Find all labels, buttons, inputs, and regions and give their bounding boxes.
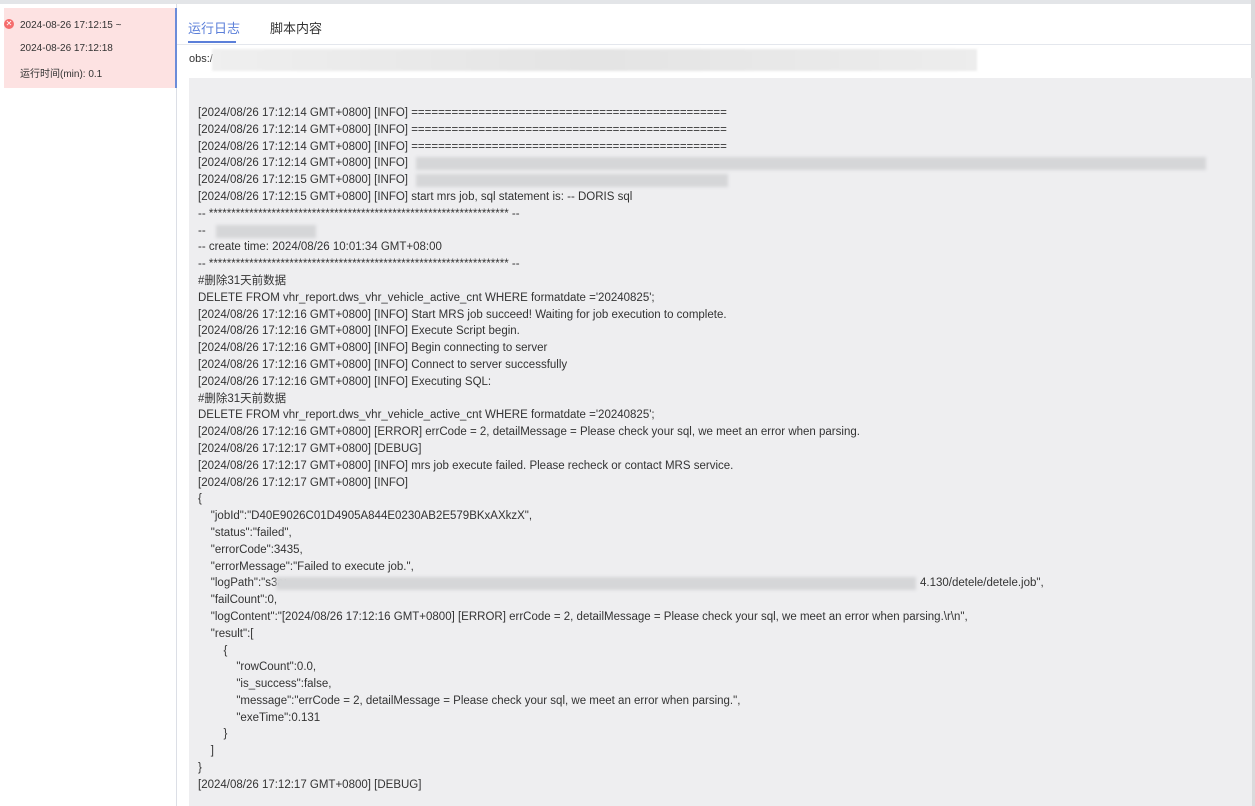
run-duration: 运行时间(min): 0.1	[20, 69, 103, 80]
run-end-time: 2024-08-26 17:12:18	[20, 43, 113, 54]
redacted-text	[416, 157, 1206, 171]
log-line: {	[198, 493, 202, 506]
log-line: [2024/08/26 17:12:17 GMT+0800] [INFO]	[198, 476, 409, 489]
tab-run-log[interactable]: 运行日志	[188, 18, 240, 37]
error-circle-icon: ✕	[4, 19, 14, 29]
log-line: "exeTime":0.131	[198, 711, 321, 724]
active-tab-indicator	[188, 41, 236, 43]
log-line: [2024/08/26 17:12:14 GMT+0800] [INFO] ==…	[198, 123, 727, 136]
log-line: "logPath":"s3a: 4.130/detele/detele.job",	[198, 575, 1248, 592]
obs-path-redacted	[212, 49, 977, 71]
log-line: "jobId":"D40E9026C01D4905A844E0230AB2E57…	[198, 510, 533, 523]
log-line: [2024/08/26 17:12:14 GMT+0800] [INFO] ==…	[198, 107, 727, 119]
log-line: [2024/08/26 17:12:17 GMT+0800] [INFO] mr…	[198, 459, 734, 472]
tab-script-content[interactable]: 脚本内容	[270, 18, 322, 37]
log-line: DELETE FROM vhr_report.dws_vhr_vehicle_a…	[198, 409, 655, 422]
log-line: [2024/08/26 17:12:16 GMT+0800] [INFO] Ex…	[198, 325, 520, 338]
log-line: #删除31天前数据	[198, 392, 287, 405]
log-line: [2024/08/26 17:12:16 GMT+0800] [INFO] St…	[198, 308, 727, 321]
log-line: "errorMessage":"Failed to execute job.",	[198, 560, 414, 573]
redacted-text	[276, 577, 916, 591]
log-lines: [2024/08/26 17:12:14 GMT+0800] [INFO] ==…	[198, 105, 1248, 794]
log-line: "result":[	[198, 627, 254, 640]
log-line: [2024/08/26 17:12:15 GMT+0800] [INFO]	[198, 172, 1248, 189]
log-line: "logContent":"[2024/08/26 17:12:16 GMT+0…	[198, 610, 968, 623]
run-start-time: 2024-08-26 17:12:15 ~	[20, 20, 122, 31]
log-output-panel[interactable]: [2024/08/26 17:12:14 GMT+0800] [INFO] ==…	[189, 78, 1252, 806]
log-line: }	[198, 728, 228, 741]
log-line: [2024/08/26 17:12:14 GMT+0800] [INFO] ==…	[198, 140, 727, 153]
log-line: [2024/08/26 17:12:16 GMT+0800] [ERROR] e…	[198, 426, 860, 439]
log-line: {	[198, 644, 228, 657]
log-line: "failCount":0,	[198, 594, 278, 607]
log-line: [2024/08/26 17:12:14 GMT+0800] [INFO]	[198, 155, 1248, 172]
log-line: ]	[198, 745, 214, 758]
log-line: "rowCount":0.0,	[198, 661, 317, 674]
log-line: -- create time: 2024/08/26 10:01:34 GMT+…	[198, 241, 442, 254]
log-line: [2024/08/26 17:12:16 GMT+0800] [INFO] Co…	[198, 358, 568, 371]
log-line: [2024/08/26 17:12:16 GMT+0800] [INFO] Be…	[198, 342, 548, 355]
log-line: DELETE FROM vhr_report.dws_vhr_vehicle_a…	[198, 291, 655, 304]
log-line: #删除31天前数据	[198, 274, 287, 287]
log-line: "status":"failed",	[198, 526, 292, 539]
log-line: [2024/08/26 17:12:16 GMT+0800] [INFO] Ex…	[198, 375, 492, 388]
run-history-panel: ✕ 2024-08-26 17:12:15 ~ 2024-08-26 17:12…	[0, 4, 177, 806]
run-history-item[interactable]: ✕ 2024-08-26 17:12:15 ~ 2024-08-26 17:12…	[4, 8, 177, 88]
log-line: }	[198, 762, 202, 775]
log-tabs: 运行日志 脚本内容	[177, 4, 1251, 45]
log-line: -- *************************************…	[198, 207, 520, 220]
log-line: "message":"errCode = 2, detailMessage = …	[198, 694, 741, 707]
log-line: "errorCode":3435,	[198, 543, 303, 556]
log-path-tail: 4.130/detele/detele.job",	[920, 577, 1044, 590]
log-line: -- *************************************…	[198, 258, 520, 271]
redacted-text	[416, 174, 728, 188]
log-line: [2024/08/26 17:12:15 GMT+0800] [INFO] st…	[198, 190, 633, 203]
log-line: --	[198, 223, 1248, 240]
obs-path-label: obs:/	[189, 53, 213, 65]
log-line: "is_success":false,	[198, 678, 332, 691]
redacted-text	[216, 224, 316, 238]
log-line: [2024/08/26 17:12:17 GMT+0800] [DEBUG]	[198, 442, 422, 455]
obs-path-row: obs:/	[177, 45, 1251, 77]
log-line: [2024/08/26 17:12:17 GMT+0800] [DEBUG]	[198, 778, 422, 791]
